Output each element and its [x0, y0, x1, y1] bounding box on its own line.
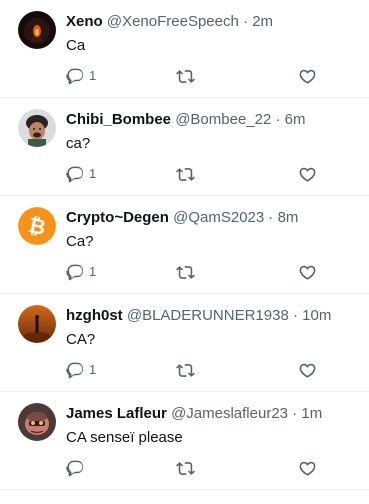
reply-button[interactable]: 1	[66, 162, 96, 186]
tweet-header: Chibi_Bombee @Bombee_22 · 6m	[66, 110, 306, 130]
avatar[interactable]	[18, 305, 56, 343]
tweet-text: ca?	[66, 135, 91, 152]
tweet-actions	[66, 456, 326, 480]
tweet-actions: 1	[66, 64, 326, 88]
retweet-button[interactable]	[176, 358, 195, 382]
separator-dot: ·	[243, 13, 249, 30]
user-handle[interactable]: @XenoFreeSpeech	[107, 13, 239, 30]
reply-icon	[66, 460, 84, 476]
avatar[interactable]	[18, 109, 56, 147]
reply-button[interactable]: 1	[66, 64, 96, 88]
separator-dot: ·	[275, 111, 281, 128]
retweet-icon	[176, 265, 195, 279]
tweet-actions: 1	[66, 260, 326, 284]
like-button[interactable]	[298, 162, 317, 186]
tweet-actions: 1	[66, 162, 326, 186]
like-button[interactable]	[298, 260, 317, 284]
tweet-text: CA senseï please	[66, 429, 183, 446]
like-icon	[299, 363, 316, 378]
retweet-button[interactable]	[176, 64, 195, 88]
timestamp[interactable]: 8m	[278, 209, 299, 226]
reply-count: 1	[89, 68, 97, 83]
display-name[interactable]: Crypto~Degen	[66, 209, 169, 226]
tweet-item[interactable]: ₿ Crypto~Degen @QamS2023 · 8m Ca? 1	[0, 196, 369, 294]
reply-icon	[66, 264, 84, 280]
separator-dot: ·	[292, 405, 298, 422]
reply-button[interactable]: 1	[66, 358, 96, 382]
tweet-item[interactable]: James Lafleur @Jameslafleur23 · 1m CA se…	[0, 392, 369, 490]
timestamp[interactable]: 10m	[302, 307, 331, 324]
like-icon	[299, 265, 316, 280]
tweet-header: hzgh0st @BLADERUNNER1938 · 10m	[66, 306, 331, 326]
user-handle[interactable]: @BLADERUNNER1938	[127, 307, 289, 324]
tweet-item[interactable]: hzgh0st @BLADERUNNER1938 · 10m CA? 1	[0, 294, 369, 392]
display-name[interactable]: James Lafleur	[66, 405, 167, 422]
avatar[interactable]: ₿	[18, 207, 56, 245]
user-handle[interactable]: @Jameslafleur23	[171, 405, 288, 422]
tweet-text: Ca	[66, 37, 86, 54]
reply-icon	[66, 362, 84, 378]
tweet-header: Xeno @XenoFreeSpeech · 2m	[66, 12, 273, 32]
tweet-text: CA?	[66, 331, 96, 348]
user-handle[interactable]: @Bombee_22	[175, 111, 271, 128]
retweet-icon	[176, 363, 195, 377]
display-name[interactable]: Xeno	[66, 13, 103, 30]
separator-dot: ·	[292, 307, 298, 324]
avatar[interactable]	[18, 11, 56, 49]
display-name[interactable]: Chibi_Bombee	[66, 111, 171, 128]
tweet-item[interactable]: Chibi_Bombee @Bombee_22 · 6m ca? 1	[0, 98, 369, 196]
reply-icon	[66, 68, 84, 84]
reply-count: 1	[89, 166, 97, 181]
retweet-icon	[176, 461, 195, 475]
display-name[interactable]: hzgh0st	[66, 307, 123, 324]
reply-count: 1	[89, 264, 97, 279]
tweet-item[interactable]: Xeno @XenoFreeSpeech · 2m Ca 1	[0, 0, 369, 98]
reply-feed: Xeno @XenoFreeSpeech · 2m Ca 1 Chibi_Bom…	[0, 0, 369, 490]
tweet-text: Ca?	[66, 233, 94, 250]
tweet-actions: 1	[66, 358, 326, 382]
reply-button[interactable]: 1	[66, 260, 96, 284]
retweet-button[interactable]	[176, 456, 195, 480]
timestamp[interactable]: 6m	[285, 111, 306, 128]
retweet-button[interactable]	[176, 260, 195, 284]
like-icon	[299, 167, 316, 182]
reply-icon	[66, 166, 84, 182]
like-button[interactable]	[298, 64, 317, 88]
avatar[interactable]	[18, 403, 56, 441]
user-handle[interactable]: @QamS2023	[173, 209, 264, 226]
reply-count: 1	[89, 362, 97, 377]
tweet-header: James Lafleur @Jameslafleur23 · 1m	[66, 404, 322, 424]
timestamp[interactable]: 2m	[252, 13, 273, 30]
like-icon	[299, 69, 316, 84]
like-button[interactable]	[298, 358, 317, 382]
like-button[interactable]	[298, 456, 317, 480]
like-icon	[299, 461, 316, 476]
retweet-icon	[176, 167, 195, 181]
retweet-icon	[176, 69, 195, 83]
retweet-button[interactable]	[176, 162, 195, 186]
timestamp[interactable]: 1m	[301, 405, 322, 422]
reply-button[interactable]	[66, 456, 89, 480]
tweet-header: Crypto~Degen @QamS2023 · 8m	[66, 208, 298, 228]
separator-dot: ·	[268, 209, 274, 226]
